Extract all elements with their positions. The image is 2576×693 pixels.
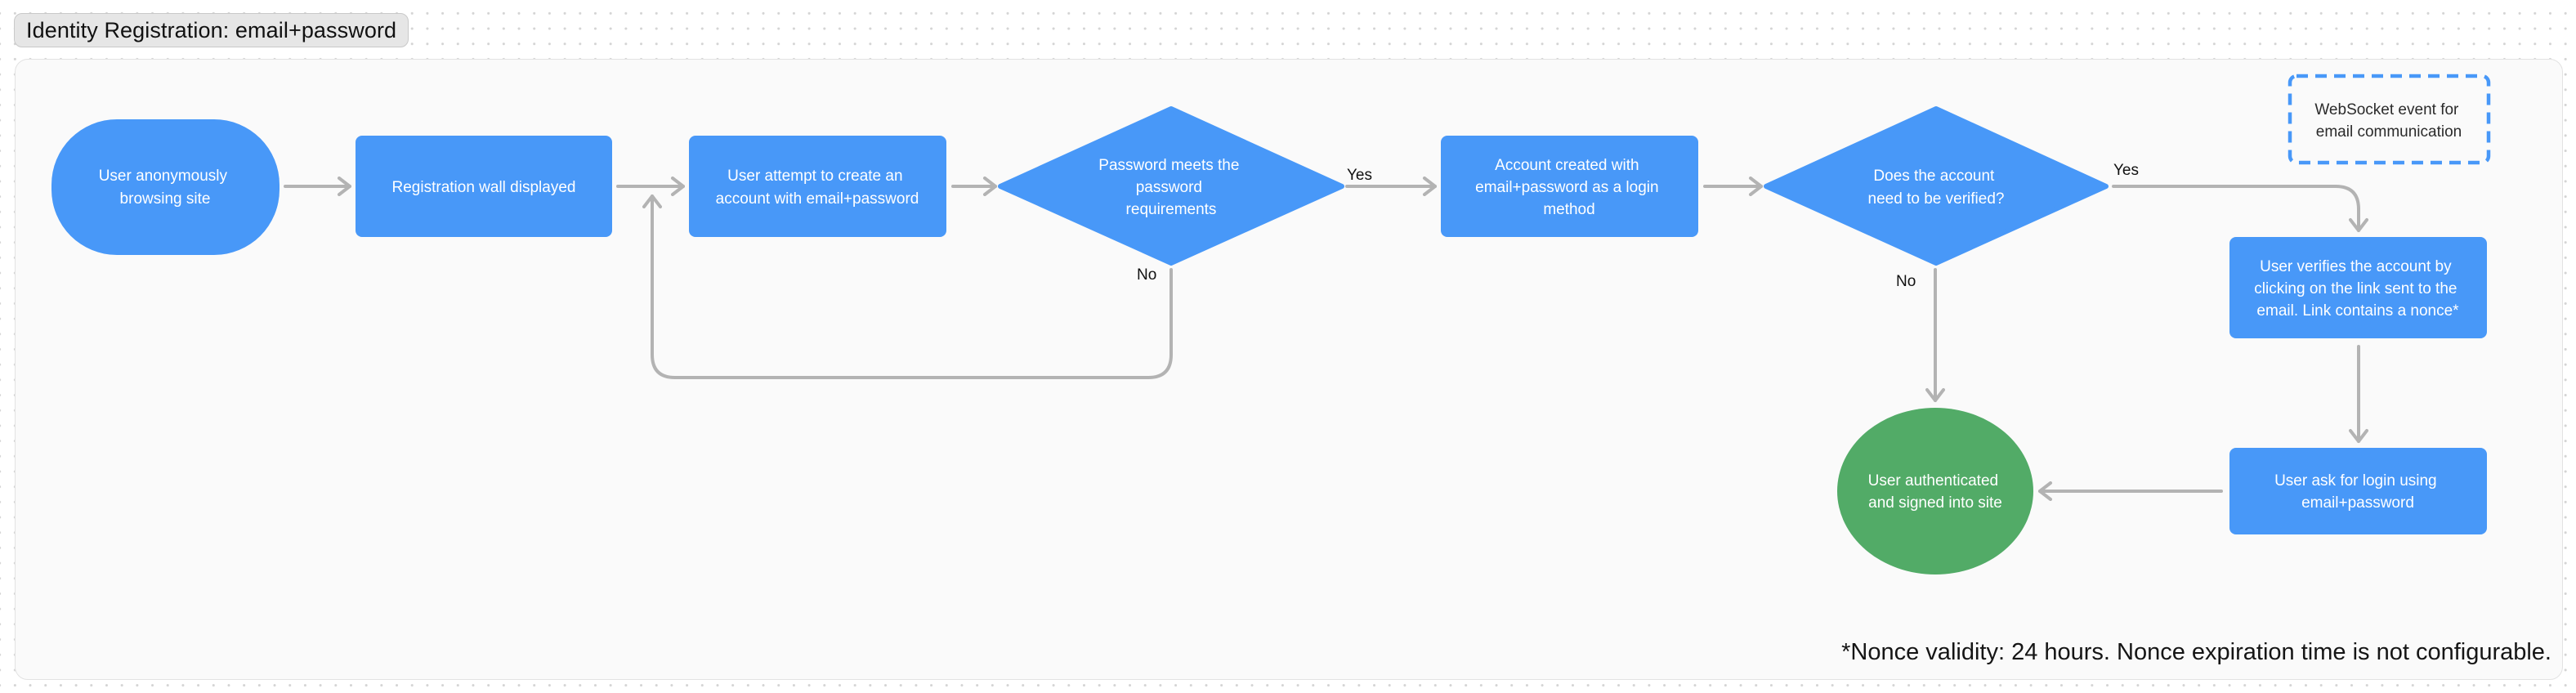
node-attempt-create-label-line: User attempt to create an	[727, 168, 902, 185]
node-registration-wall-label: Registration wall displayed	[392, 179, 576, 196]
flowchart-canvas: Yes No Yes No User anonymously browsing …	[51, 74, 2491, 575]
node-authenticated-label-line: User authenticated	[1868, 472, 1999, 490]
node-account-created-label-line: Account created with	[1495, 157, 1639, 174]
websocket-note-dashed-shape	[2288, 74, 2491, 165]
node-account-created-label-line: email+password as a login	[1475, 179, 1658, 196]
node-needs-verification[interactable]: Does the account need to be verified?	[1764, 106, 2109, 266]
node-registration-wall[interactable]: Registration wall displayed	[356, 136, 612, 237]
node-account-created[interactable]: Account created with email+password as a…	[1441, 136, 1698, 237]
edge-needs-verification-yes[interactable]	[2112, 185, 2368, 232]
node-authenticated[interactable]: User authenticated and signed into site	[1837, 408, 2033, 575]
node-websocket-note-label-line: email communication	[2316, 123, 2462, 141]
node-verify-account[interactable]: User verifies the account by clicking on…	[2229, 237, 2487, 338]
node-authenticated-label-line: and signed into site	[1868, 494, 2002, 512]
edge-label-verify-no: No	[1896, 273, 1916, 290]
authenticated-terminal-shape	[1837, 408, 2033, 575]
node-password-check-label-line: password	[1136, 179, 1202, 196]
attempt-create-shape	[689, 136, 946, 237]
node-websocket-note[interactable]: WebSocket event for email communication	[2288, 74, 2491, 165]
edge-label-password-yes: Yes	[1347, 167, 1372, 184]
node-login-request-label-line: email+password	[2301, 494, 2414, 512]
node-verify-account-label-line: clicking on the link sent to the	[2254, 280, 2457, 297]
node-start[interactable]: User anonymously browsing site	[51, 119, 280, 255]
node-password-check[interactable]: Password meets the password requirements	[998, 106, 1344, 266]
node-attempt-create-label-line: account with email+password	[716, 190, 919, 208]
edge-label-verify-yes: Yes	[2113, 162, 2139, 179]
node-websocket-note-label: WebSocket event for email communication	[2314, 101, 2462, 141]
node-password-check-label-line: requirements	[1126, 201, 1217, 218]
node-needs-verification-label-line: Does the account	[1873, 168, 1995, 185]
node-start-label-line: User anonymously	[99, 168, 228, 185]
node-needs-verification-label-line: need to be verified?	[1868, 190, 2005, 208]
nonce-footnote: *Nonce validity: 24 hours. Nonce expirat…	[1841, 639, 2551, 665]
node-verify-account-label-line: User verifies the account by	[2260, 258, 2452, 275]
node-account-created-label-line: method	[1543, 201, 1594, 218]
login-request-shape	[2229, 448, 2487, 534]
node-verify-account-label-line: email. Link contains a nonce*	[2256, 302, 2459, 320]
needs-verification-decision-shape	[1764, 106, 2109, 266]
node-login-request[interactable]: User ask for login using email+password	[2229, 448, 2487, 534]
node-login-request-label-line: User ask for login using	[2274, 472, 2437, 490]
edge-label-password-no: No	[1137, 266, 1156, 284]
node-verify-account-label: User verifies the account by clicking on…	[2254, 258, 2461, 320]
node-attempt-create[interactable]: User attempt to create an account with e…	[689, 136, 946, 237]
node-password-check-label-line: Password meets the	[1098, 157, 1239, 174]
node-websocket-note-label-line: WebSocket event for	[2314, 101, 2459, 118]
start-terminal-shape	[51, 119, 280, 255]
node-registration-wall-label-line: Registration wall displayed	[392, 179, 576, 196]
node-start-label-line: browsing site	[120, 190, 211, 208]
